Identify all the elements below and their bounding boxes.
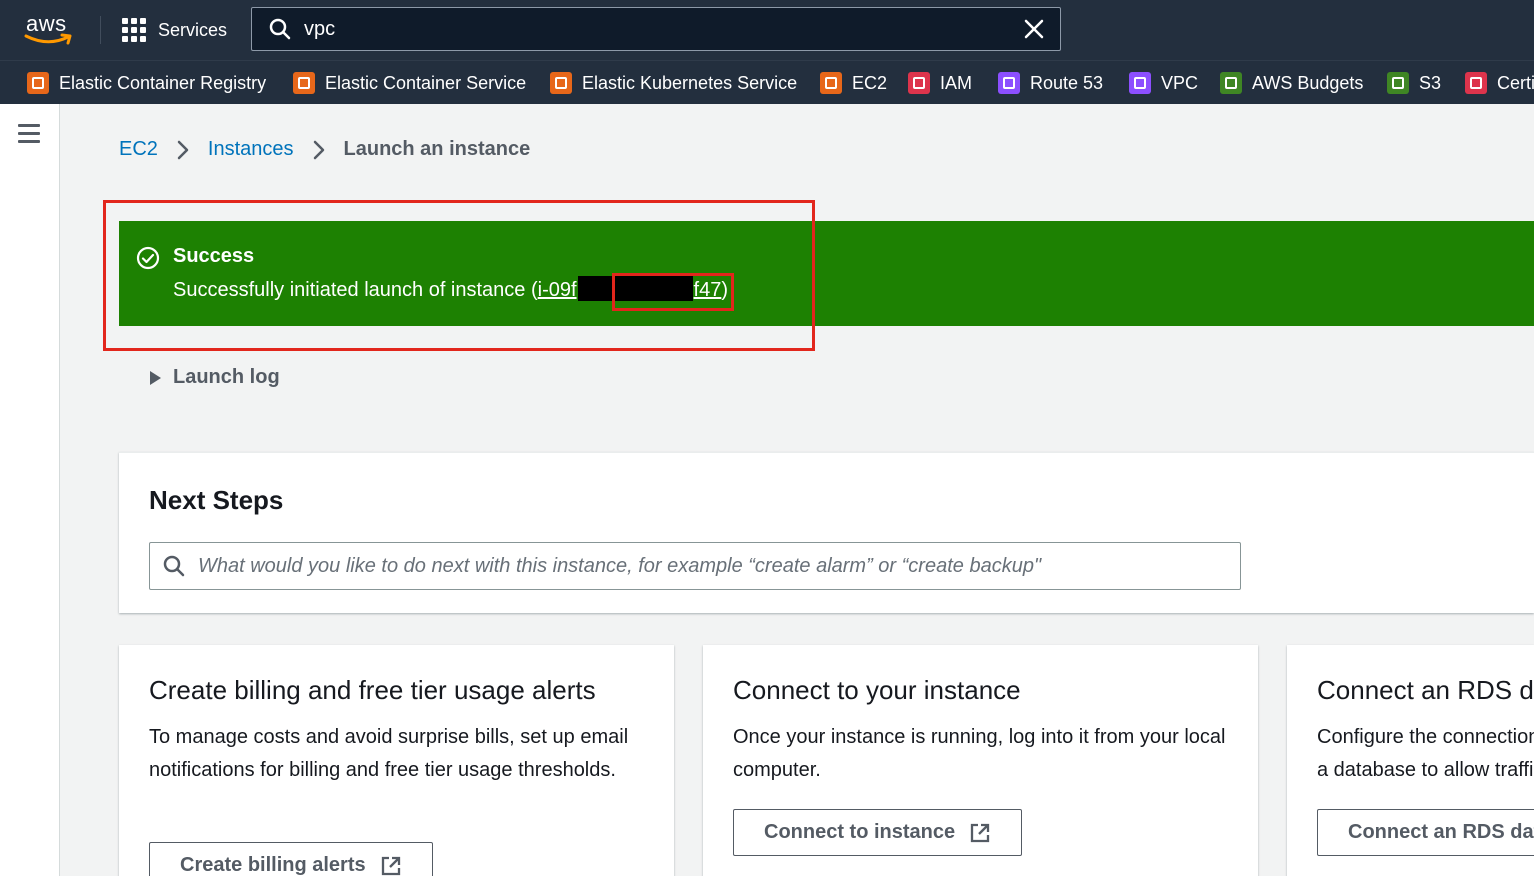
services-label: Services bbox=[158, 19, 228, 40]
favorite-vpc[interactable]: VPC bbox=[1129, 70, 1198, 96]
search-icon bbox=[163, 555, 185, 577]
favorite-certificate-manager[interactable]: Certi bbox=[1465, 70, 1534, 96]
favorite-label: VPC bbox=[1161, 72, 1199, 93]
flash-title: Success bbox=[173, 245, 255, 267]
external-link-icon bbox=[381, 856, 400, 875]
favorites-bar: Elastic Container Registry Elastic Conta… bbox=[0, 60, 1534, 104]
card-title: Create billing and free tier usage alert… bbox=[149, 675, 596, 705]
favorite-ec2[interactable]: EC2 bbox=[820, 70, 887, 96]
button-label: Connect to instance bbox=[764, 821, 956, 843]
caret-right-icon bbox=[150, 370, 161, 385]
favorite-label: Certi bbox=[1497, 72, 1534, 93]
header-divider bbox=[100, 16, 101, 44]
connect-rds-card: Connect an RDS database Configure the co… bbox=[1287, 645, 1534, 876]
certificate-manager-icon bbox=[1465, 72, 1487, 94]
favorite-budgets[interactable]: AWS Budgets bbox=[1220, 70, 1363, 96]
breadcrumb-instances-link[interactable]: Instances bbox=[208, 138, 294, 161]
card-title: Connect an RDS database bbox=[1317, 675, 1534, 705]
iam-icon bbox=[908, 72, 930, 94]
favorite-ecr[interactable]: Elastic Container Registry bbox=[27, 70, 266, 96]
success-check-icon bbox=[136, 246, 160, 270]
ecr-icon bbox=[27, 72, 49, 94]
side-navigation-rail bbox=[0, 104, 60, 876]
favorite-label: AWS Budgets bbox=[1252, 72, 1364, 93]
favorite-label: IAM bbox=[940, 72, 973, 93]
search-icon bbox=[269, 18, 291, 40]
menu-toggle-icon[interactable] bbox=[18, 124, 40, 144]
instance-id-start: i-09f bbox=[537, 278, 577, 301]
favorite-label: S3 bbox=[1419, 72, 1442, 93]
s3-icon bbox=[1387, 72, 1409, 94]
flash-message: Successfully initiated launch of instanc… bbox=[173, 276, 729, 303]
flash-message-prefix: Successfully initiated launch of instanc… bbox=[173, 278, 538, 301]
favorite-iam[interactable]: IAM bbox=[908, 70, 972, 96]
redaction-block bbox=[577, 276, 693, 301]
next-steps-search[interactable] bbox=[149, 542, 1241, 590]
clear-search-icon[interactable] bbox=[1022, 17, 1046, 41]
aws-logo[interactable]: aws bbox=[24, 11, 76, 47]
card-title: Connect to your instance bbox=[733, 675, 1021, 705]
favorite-eks[interactable]: Elastic Kubernetes Service bbox=[550, 70, 797, 96]
launch-log-label: Launch log bbox=[173, 366, 280, 388]
card-description: To manage costs and avoid surprise bills… bbox=[149, 726, 629, 781]
breadcrumb-ec2-link[interactable]: EC2 bbox=[119, 138, 158, 161]
button-label: Connect an RDS database bbox=[1348, 821, 1534, 843]
top-navigation-bar: aws Services bbox=[0, 0, 1534, 60]
billing-alerts-card: Create billing and free tier usage alert… bbox=[119, 645, 674, 876]
flash-message-suffix: ) bbox=[721, 278, 729, 301]
aws-smile-icon bbox=[24, 33, 72, 45]
connect-to-instance-button[interactable]: Connect to instance bbox=[733, 809, 1023, 856]
route53-icon bbox=[998, 72, 1020, 94]
connect-instance-card: Connect to your instance Once your insta… bbox=[703, 645, 1258, 876]
vpc-icon bbox=[1129, 72, 1151, 94]
favorite-label: Elastic Container Registry bbox=[59, 72, 267, 93]
launch-log-expander[interactable]: Launch log bbox=[150, 366, 280, 389]
ecs-icon bbox=[293, 72, 315, 94]
global-search-bar[interactable] bbox=[251, 7, 1061, 51]
instance-id-link[interactable]: i-09f f47 bbox=[537, 276, 722, 301]
create-billing-alerts-button[interactable]: Create billing alerts bbox=[149, 842, 433, 876]
connect-rds-database-button[interactable]: Connect an RDS database bbox=[1317, 809, 1534, 856]
card-description: Configure the connection between an EC2 … bbox=[1317, 726, 1534, 781]
favorite-s3[interactable]: S3 bbox=[1387, 70, 1441, 96]
next-steps-search-input[interactable] bbox=[198, 554, 1240, 578]
favorite-label: Elastic Kubernetes Service bbox=[582, 72, 798, 93]
favorite-ecs[interactable]: Elastic Container Service bbox=[293, 70, 526, 96]
next-steps-title: Next Steps bbox=[149, 485, 284, 515]
button-label: Create billing alerts bbox=[180, 854, 366, 876]
chevron-right-icon bbox=[313, 140, 324, 159]
eks-icon bbox=[550, 72, 572, 94]
card-description: Once your instance is running, log into … bbox=[733, 726, 1226, 781]
ec2-icon bbox=[820, 72, 842, 94]
next-steps-panel: Next Steps bbox=[119, 452, 1534, 613]
favorite-label: Elastic Container Service bbox=[325, 72, 527, 93]
favorite-route53[interactable]: Route 53 bbox=[998, 70, 1103, 96]
favorite-label: EC2 bbox=[852, 72, 888, 93]
breadcrumb-current: Launch an instance bbox=[343, 138, 531, 160]
global-search-input[interactable] bbox=[304, 17, 1022, 41]
success-flash-banner: Success Successfully initiated launch of… bbox=[119, 221, 1534, 326]
external-link-icon bbox=[970, 823, 990, 842]
favorite-label: Route 53 bbox=[1030, 72, 1104, 93]
chevron-right-icon bbox=[177, 140, 189, 159]
services-menu-button[interactable]: Services bbox=[122, 16, 227, 44]
apps-grid-icon bbox=[122, 18, 146, 42]
budgets-icon bbox=[1220, 72, 1242, 94]
breadcrumb: EC2 Instances Launch an instance bbox=[119, 138, 530, 161]
instance-id-end: f47 bbox=[693, 278, 722, 301]
